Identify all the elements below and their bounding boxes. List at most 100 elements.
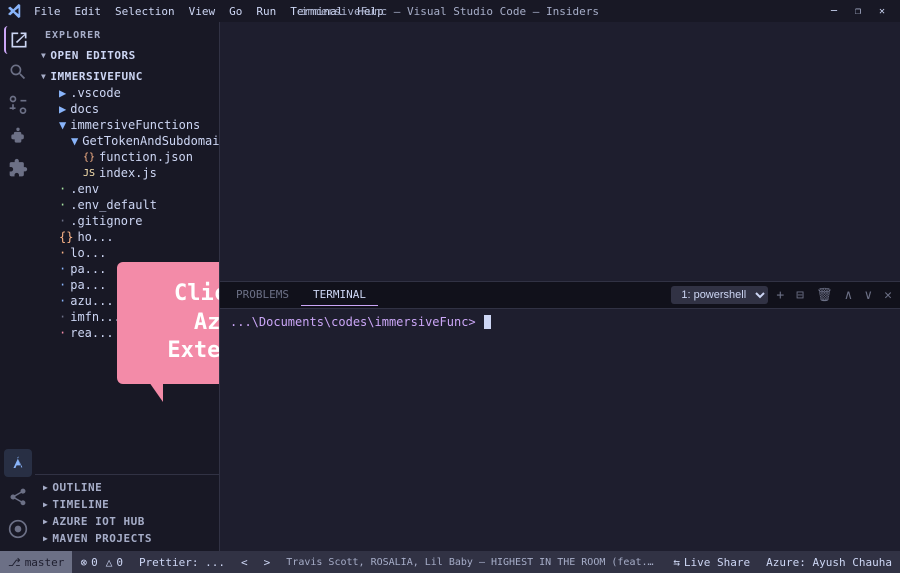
close-button[interactable]: ✕	[872, 4, 892, 18]
menu-go[interactable]: Go	[223, 3, 248, 20]
music-status[interactable]: Travis Scott, ROSALÍA, Lil Baby – HIGHES…	[278, 557, 665, 568]
tree-item-immersivefunctions[interactable]: ▼ immersiveFunctions	[35, 117, 219, 133]
outline-label: OUTLINE	[52, 481, 102, 494]
tree-item-docs[interactable]: ▶ docs	[35, 101, 219, 117]
nav-right-button[interactable]: >	[256, 551, 279, 573]
tree-label: .env	[70, 182, 99, 196]
git-branch-icon: ⎇	[8, 556, 21, 569]
tree-label: lo...	[70, 246, 106, 260]
nav-left-button[interactable]: <	[233, 551, 256, 573]
timeline-section[interactable]: ▶ TIMELINE	[35, 496, 219, 513]
remote-activity-icon[interactable]	[4, 515, 32, 543]
live-share-status[interactable]: ⇆ Live Share	[665, 551, 758, 573]
menu-view[interactable]: View	[183, 3, 222, 20]
activity-bar	[0, 22, 35, 551]
window-controls[interactable]: ─ ❐ ✕	[824, 4, 892, 18]
split-terminal-button[interactable]: ⊟	[792, 286, 808, 305]
tab-problems[interactable]: PROBLEMS	[224, 284, 301, 306]
terminal-panel: PROBLEMS TERMINAL 1: powershell + ⊟ 🗑 ∧ …	[220, 281, 900, 551]
tree-label: imfn...	[70, 310, 121, 324]
tree-label: .vscode	[70, 86, 121, 100]
minimize-panel-button[interactable]: ∨	[860, 286, 876, 305]
nav-right-icon: >	[264, 556, 271, 569]
outline-section[interactable]: ▶ OUTLINE	[35, 479, 219, 496]
source-control-activity-icon[interactable]	[4, 90, 32, 118]
tree-label: .env_default	[70, 198, 157, 212]
folder-open-icon: ▼	[71, 134, 78, 148]
tree-label: immersiveFunctions	[70, 118, 200, 132]
tree-label: pa...	[70, 278, 106, 292]
tree-label: pa...	[70, 262, 106, 276]
explorer-activity-icon[interactable]	[4, 26, 32, 54]
prompt-path: ...\Documents\codes\immersiveFunc>	[230, 315, 476, 329]
errors-warnings-status[interactable]: ⊗ 0 △ 0	[72, 551, 131, 573]
file-icon2: ·	[59, 246, 66, 260]
tree-item-gitignore[interactable]: · .gitignore	[35, 213, 219, 229]
tree-item-rea[interactable]: · rea... und	[35, 325, 219, 341]
chevron-right-icon4: ▶	[43, 534, 48, 543]
azure-activity-icon[interactable]	[4, 449, 32, 477]
json-file-icon: {}	[83, 152, 95, 163]
immersivefunc-label: IMMERSIVEFUNC	[50, 70, 143, 83]
terminal-prompt: ...\Documents\codes\immersiveFunc>	[230, 315, 890, 329]
git-branch-status[interactable]: ⎇ master	[0, 551, 72, 573]
tree-item-indexjs[interactable]: JS index.js	[35, 165, 219, 181]
maven-projects-section[interactable]: ▶ MAVEN PROJECTS	[35, 530, 219, 547]
maximize-button[interactable]: ❐	[848, 4, 868, 18]
azure-iot-hub-section[interactable]: ▶ AZURE IOT HUB	[35, 513, 219, 530]
tree-item-env-default[interactable]: · .env_default	[35, 197, 219, 213]
tree-item-ho[interactable]: {} ho...	[35, 229, 219, 245]
tree-item-vscode[interactable]: ▶ .vscode	[35, 85, 219, 101]
status-right: ⇆ Live Share Azure: Ayush Chauha	[665, 551, 900, 573]
tree-label: function.json	[99, 150, 193, 164]
chevron-right-icon2: ▶	[43, 500, 48, 509]
sidebar-bottom: ▶ OUTLINE ▶ TIMELINE ▶ AZURE IOT HUB ▶ M…	[35, 474, 219, 551]
js-file-icon: JS	[83, 168, 95, 179]
menu-selection[interactable]: Selection	[109, 3, 181, 20]
tree-item-azu[interactable]: · azu...	[35, 293, 219, 309]
file-icon6: ·	[59, 310, 66, 324]
new-terminal-button[interactable]: +	[772, 286, 788, 305]
maven-label: MAVEN PROJECTS	[52, 532, 152, 545]
tree-item-imfn[interactable]: · imfn...	[35, 309, 219, 325]
azure-status[interactable]: Azure: Ayush Chauha	[758, 551, 900, 573]
formatter-status[interactable]: Prettier: ...	[131, 551, 233, 573]
tree-item-pa1[interactable]: · pa...	[35, 261, 219, 277]
menu-edit[interactable]: Edit	[69, 3, 108, 20]
extensions-activity-icon[interactable]	[4, 154, 32, 182]
live-share-activity-icon[interactable]	[4, 483, 32, 511]
delete-terminal-button[interactable]: 🗑	[812, 286, 837, 305]
maximize-panel-button[interactable]: ∧	[841, 286, 857, 305]
cursor	[484, 315, 491, 329]
timeline-label: TIMELINE	[52, 498, 109, 511]
menu-run[interactable]: Run	[250, 3, 282, 20]
tree-item-functionjson[interactable]: {} function.json	[35, 149, 219, 165]
tree-item-pa2[interactable]: · pa...	[35, 277, 219, 293]
debug-activity-icon[interactable]	[4, 122, 32, 150]
menu-file[interactable]: File	[28, 3, 67, 20]
minimize-button[interactable]: ─	[824, 4, 844, 18]
env-file-icon: ·	[59, 182, 66, 196]
tree-label: .gitignore	[70, 214, 142, 228]
tree-item-env[interactable]: · .env	[35, 181, 219, 197]
terminal-shell-select[interactable]: 1: powershell	[671, 286, 768, 304]
terminal-tabs-bar: PROBLEMS TERMINAL 1: powershell + ⊟ 🗑 ∧ …	[220, 282, 900, 309]
errors-count: 0	[91, 556, 98, 569]
titlebar: File Edit Selection View Go Run Terminal…	[0, 0, 900, 22]
window-title: immersiveFunc – Visual Studio Code – Ins…	[301, 5, 599, 18]
folder-icon: ▶	[59, 102, 66, 116]
folder-open-icon: ▼	[59, 118, 66, 132]
immersivefunc-header[interactable]: ▼ IMMERSIVEFUNC	[35, 68, 219, 85]
tree-item-lo[interactable]: · lo...	[35, 245, 219, 261]
tree-label: ho...	[77, 230, 113, 244]
tree-item-gettokenandsubdomain[interactable]: ▼ GetTokenAndSubdomain	[35, 133, 219, 149]
terminal-content: ...\Documents\codes\immersiveFunc>	[220, 309, 900, 551]
tree-label: docs	[70, 102, 99, 116]
search-activity-icon[interactable]	[4, 58, 32, 86]
close-panel-button[interactable]: ✕	[880, 286, 896, 305]
file-icon4: ·	[59, 278, 66, 292]
gitignore-icon: ·	[59, 214, 66, 228]
open-editors-header[interactable]: ▼ OPEN EDITORS	[35, 47, 219, 64]
tab-terminal[interactable]: TERMINAL	[301, 284, 378, 306]
status-left: ⎇ master ⊗ 0 △ 0 Prettier: ... < >	[0, 551, 278, 573]
